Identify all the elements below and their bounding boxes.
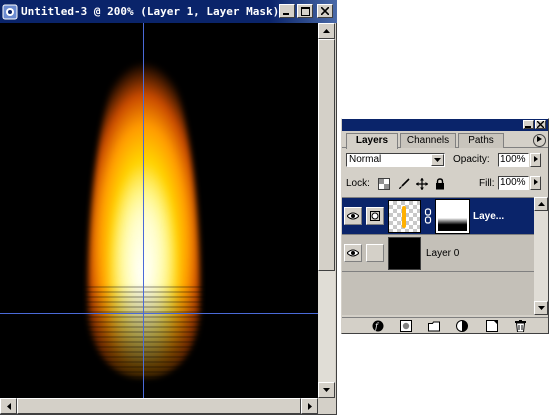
- lock-label: Lock:: [346, 178, 370, 189]
- tab-paths[interactable]: Paths: [458, 133, 504, 148]
- layer-style-icon: f: [372, 320, 384, 332]
- lock-all-button[interactable]: [433, 177, 446, 190]
- fill-slider-button[interactable]: [530, 176, 541, 190]
- vertical-guide[interactable]: [143, 23, 144, 398]
- layers-palette: Layers Channels Paths Normal Opacity: 10…: [341, 118, 549, 334]
- brush-icon: [398, 177, 410, 189]
- layer-link-toggle[interactable]: [366, 244, 384, 262]
- layer-visibility-toggle[interactable]: [344, 207, 362, 225]
- maximize-button[interactable]: [297, 4, 313, 18]
- triangle-right-icon: [533, 156, 538, 162]
- layer-style-button[interactable]: f: [372, 320, 384, 332]
- arrow-down-icon: [323, 388, 330, 392]
- blend-mode-dropdown-button[interactable]: [431, 154, 444, 166]
- triangle-right-icon: [537, 136, 542, 142]
- close-icon: [536, 120, 545, 129]
- close-button[interactable]: [317, 4, 333, 18]
- adjustment-layer-icon: [456, 320, 468, 332]
- new-layer-button[interactable]: [486, 320, 498, 332]
- blend-opacity-row: Normal Opacity: 100%: [342, 152, 548, 170]
- palette-menu-button[interactable]: [533, 134, 546, 147]
- layer-mask-target-toggle[interactable]: [366, 207, 384, 225]
- arrow-up-icon: [537, 202, 545, 206]
- layer-mask-thumbnail[interactable]: [435, 199, 470, 234]
- document-title: Untitled-3 @ 200% (Layer 1, Layer Mask): [21, 5, 280, 18]
- tab-layers[interactable]: Layers: [346, 133, 398, 149]
- triangle-right-icon: [533, 179, 538, 185]
- blend-mode-value: Normal: [349, 154, 382, 165]
- mask-icon: [370, 211, 380, 221]
- tab-channels[interactable]: Channels: [400, 133, 456, 148]
- delete-layer-button[interactable]: [514, 320, 526, 332]
- lock-position-button[interactable]: [415, 177, 428, 190]
- palette-minimize-button[interactable]: [523, 120, 534, 129]
- layer-thumbnail[interactable]: [388, 237, 421, 270]
- layers-scroll-down-button[interactable]: [534, 301, 548, 315]
- scroll-down-button[interactable]: [318, 382, 335, 398]
- palette-tabs: Layers Channels Paths: [342, 132, 548, 149]
- transparency-lock-icon: [377, 177, 390, 190]
- fill-input[interactable]: 100%: [498, 176, 529, 190]
- move-icon: [415, 177, 428, 190]
- scroll-right-button[interactable]: [301, 398, 318, 414]
- arrow-up-icon: [323, 29, 330, 33]
- trash-icon: [514, 320, 526, 332]
- layer-visibility-toggle[interactable]: [344, 244, 362, 262]
- scroll-left-button[interactable]: [0, 398, 17, 414]
- add-mask-icon: [400, 320, 412, 332]
- mask-link-icon[interactable]: [424, 208, 432, 224]
- flame-mask-fade: [80, 283, 210, 398]
- vertical-scroll-thumb[interactable]: [318, 39, 335, 271]
- fill-label: Fill:: [479, 178, 495, 189]
- horizontal-scrollbar[interactable]: [0, 398, 318, 414]
- new-set-button[interactable]: [428, 320, 440, 332]
- lock-fill-row: Lock: Fill: 100%: [342, 174, 548, 194]
- palette-close-button[interactable]: [535, 120, 546, 129]
- document-titlebar[interactable]: Untitled-3 @ 200% (Layer 1, Layer Mask): [0, 0, 337, 23]
- folder-icon: [428, 321, 440, 331]
- opacity-slider-button[interactable]: [530, 153, 541, 167]
- layers-list-scrollbar[interactable]: [534, 197, 548, 315]
- layer-name[interactable]: Layer 0: [426, 248, 459, 259]
- eye-icon: [347, 249, 359, 257]
- layer-thumbnail[interactable]: [388, 200, 421, 233]
- padlock-icon: [435, 177, 444, 189]
- arrow-right-icon: [307, 402, 312, 410]
- new-layer-icon: [486, 320, 498, 332]
- image-canvas[interactable]: [0, 23, 318, 398]
- horizontal-guide[interactable]: [0, 313, 318, 314]
- layer-row-layer-0[interactable]: Layer 0: [342, 235, 534, 272]
- add-mask-button[interactable]: [400, 320, 412, 332]
- eye-icon: [347, 212, 359, 220]
- close-icon: [321, 7, 329, 15]
- scroll-up-button[interactable]: [318, 23, 335, 39]
- flame-thumbnail-mark: [402, 206, 406, 228]
- window-controls: [279, 4, 333, 18]
- blend-mode-select[interactable]: Normal: [346, 153, 445, 167]
- minimize-icon: [283, 13, 289, 15]
- layers-list: Laye... Layer 0: [342, 197, 534, 315]
- palette-window-controls: [523, 120, 546, 129]
- document-window: Untitled-3 @ 200% (Layer 1, Layer Mask): [0, 0, 337, 415]
- vertical-scrollbar[interactable]: [318, 23, 335, 398]
- lock-pixels-button[interactable]: [397, 177, 410, 190]
- layers-palette-footer: f: [342, 317, 548, 333]
- scrollbar-corner: [318, 398, 335, 414]
- layers-scroll-up-button[interactable]: [534, 197, 548, 211]
- photoshop-document-icon[interactable]: [2, 4, 18, 20]
- opacity-label: Opacity:: [453, 154, 490, 165]
- minimize-icon: [525, 126, 531, 128]
- opacity-input[interactable]: 100%: [498, 153, 529, 167]
- palette-titlebar[interactable]: [342, 119, 548, 131]
- horizontal-scroll-thumb[interactable]: [17, 398, 301, 414]
- minimize-button[interactable]: [279, 4, 295, 18]
- arrow-left-icon: [6, 402, 11, 410]
- arrow-down-icon: [537, 306, 545, 310]
- layer-name[interactable]: Laye...: [473, 211, 504, 222]
- maximize-icon: [300, 6, 310, 16]
- layer-row-layer-1[interactable]: Laye...: [342, 198, 534, 235]
- chevron-down-icon: [434, 158, 441, 162]
- lock-transparency-button[interactable]: [377, 177, 390, 190]
- adjustment-layer-button[interactable]: [456, 320, 468, 332]
